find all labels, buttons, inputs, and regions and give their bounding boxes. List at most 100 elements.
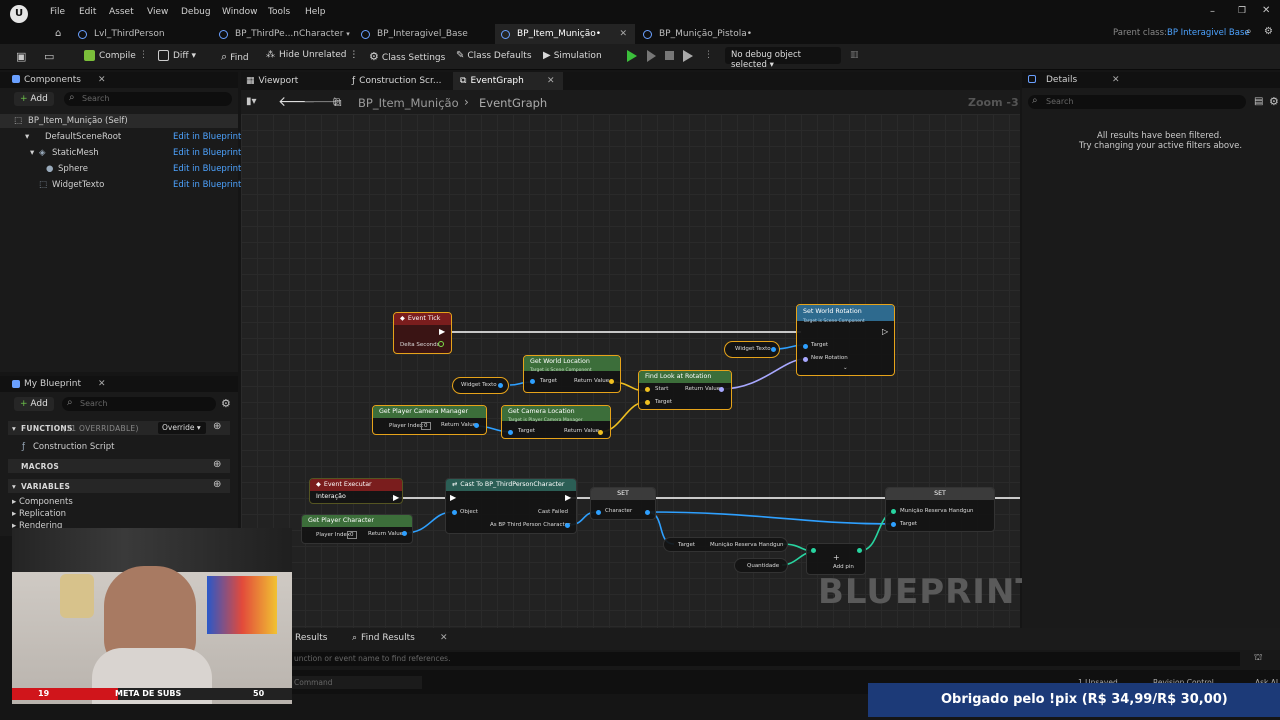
expand-arrow-icon[interactable]: ▸	[12, 497, 16, 507]
add-function-icon[interactable]: ⊕	[213, 421, 221, 432]
exec-out-pin-icon[interactable]: ▷	[882, 327, 888, 336]
tab-bp-municao-pistola[interactable]: BP_Munição_Pistola•	[637, 24, 760, 44]
close-tab-icon[interactable]: ✕	[547, 76, 555, 86]
tab-construction-script[interactable]: ƒ Construction Scr...	[352, 76, 441, 86]
play-icon[interactable]	[627, 50, 637, 62]
object-pin-icon[interactable]	[596, 510, 601, 515]
add-macro-icon[interactable]: ⊕	[213, 459, 221, 470]
menu-edit[interactable]: Edit	[79, 7, 96, 17]
vector-pin-icon[interactable]	[645, 387, 650, 392]
menu-window[interactable]: Window	[222, 7, 258, 17]
add-component-button[interactable]: + Add	[14, 92, 54, 106]
tab-find-results[interactable]: ⌕ Find Results	[352, 633, 415, 643]
play-options-icon[interactable]: ⋮	[704, 50, 713, 60]
menu-view[interactable]: View	[147, 7, 168, 17]
minimize-icon[interactable]: –	[1210, 6, 1215, 17]
node-get-player-character[interactable]: Get Player Character Player Index 0 Retu…	[301, 514, 413, 544]
unreal-logo-icon[interactable]: U	[10, 5, 28, 23]
tab-bp-item-municao[interactable]: BP_Item_Munição• ✕	[495, 24, 635, 44]
player-index-value[interactable]: 0	[347, 531, 357, 539]
browse-folder-icon[interactable]: ▭	[44, 50, 54, 63]
object-pin-icon[interactable]	[565, 523, 570, 528]
tab-bp-thirdpersoncharacter[interactable]: BP_ThirdPe...nCharacter ▾	[213, 24, 358, 44]
vector-pin-icon[interactable]	[645, 400, 650, 405]
int-pin-icon[interactable]	[811, 548, 816, 553]
my-blueprint-search-input[interactable]: Search	[62, 397, 216, 411]
class-settings-button[interactable]: ⚙ Class Settings	[369, 50, 445, 63]
node-get-camera-location[interactable]: Get Camera Location Target is Player Came…	[501, 405, 611, 439]
object-pin-icon[interactable]	[508, 430, 513, 435]
menu-help[interactable]: Help	[305, 7, 326, 17]
compile-button[interactable]: Compile	[84, 50, 136, 61]
settings-gear-icon[interactable]: ⚙	[1264, 26, 1273, 37]
object-pin-icon[interactable]	[474, 423, 479, 428]
menu-debug[interactable]: Debug	[181, 7, 211, 17]
exec-out-pin-icon[interactable]: ▶	[439, 327, 445, 336]
resume-icon[interactable]	[683, 50, 693, 62]
node-get-world-location[interactable]: Get World Location Target is Scene Compon…	[523, 355, 621, 393]
vector-pin-icon[interactable]	[609, 379, 614, 384]
close-my-blueprint-icon[interactable]: ✕	[98, 379, 106, 389]
search-icon[interactable]: ⌕	[1246, 26, 1252, 37]
float-pin-icon[interactable]	[438, 341, 444, 347]
tab-lvl-thirdperson[interactable]: Lvl_ThirdPerson	[72, 24, 173, 44]
object-pin-icon[interactable]	[498, 383, 503, 388]
edit-in-blueprint-link[interactable]: Edit in Blueprint	[173, 180, 241, 190]
rotator-pin-icon[interactable]	[719, 387, 724, 392]
node-get-player-camera-manager[interactable]: Get Player Camera Manager Player Index 0…	[372, 405, 487, 435]
expand-arrow-icon[interactable]: ▾	[25, 132, 29, 142]
exec-out-pin-icon[interactable]: ▶	[565, 493, 571, 502]
debug-filter-icon[interactable]: ▥	[850, 50, 859, 60]
simulation-button[interactable]: ▶ Simulation	[543, 50, 602, 61]
home-icon[interactable]: ⌂	[55, 28, 61, 39]
close-window-icon[interactable]: ✕	[1262, 5, 1270, 16]
int-pin-icon[interactable]	[857, 548, 862, 553]
maximize-icon[interactable]: ❐	[1238, 6, 1246, 16]
node-quantidade[interactable]: Quantidade	[734, 558, 788, 573]
edit-in-blueprint-link[interactable]: Edit in Blueprint	[173, 164, 241, 174]
save-icon[interactable]: ▣	[16, 50, 26, 63]
node-event-executar-interacao[interactable]: ◆ Event Executar Interação	[309, 478, 403, 504]
step-icon[interactable]	[647, 50, 656, 62]
object-pin-icon[interactable]	[530, 379, 535, 384]
close-components-icon[interactable]: ✕	[98, 75, 106, 85]
node-get-municao-reserva-handgun[interactable]: Target Munição Reserva Handgun	[663, 537, 788, 552]
node-find-look-at-rotation[interactable]: Find Look at Rotation Start Target Retur…	[638, 370, 732, 410]
details-search-input[interactable]: Search	[1028, 95, 1246, 109]
menu-file[interactable]: File	[50, 7, 65, 17]
hide-unrelated-button[interactable]: ⁂ Hide Unrelated ⋮	[266, 50, 358, 60]
add-variable-icon[interactable]: ⊕	[213, 479, 221, 490]
find-button[interactable]: ⌕ Find	[221, 50, 249, 64]
node-set-municao-reserva[interactable]: SET Munição Reserva Handgun Target	[885, 487, 995, 532]
component-staticmesh[interactable]: StaticMesh	[52, 148, 99, 158]
breadcrumb-graph[interactable]: EventGraph	[479, 96, 547, 110]
find-options-icon[interactable]: ⛫	[1254, 653, 1262, 664]
component-widgettexto[interactable]: WidgetTexto	[52, 180, 104, 190]
vector-pin-icon[interactable]	[598, 430, 603, 435]
object-pin-icon[interactable]	[452, 510, 457, 515]
tab-compiler-results[interactable]: Results	[295, 633, 328, 643]
object-pin-icon[interactable]	[402, 531, 407, 536]
component-self[interactable]: BP_Item_Munição (Self)	[28, 116, 128, 126]
breadcrumb-blueprint[interactable]: BP_Item_Munição	[358, 96, 459, 110]
object-pin-icon[interactable]	[771, 347, 776, 352]
parent-class-link[interactable]: BP Interagivel Base	[1167, 28, 1250, 38]
expand-node-icon[interactable]: ⌄	[843, 365, 848, 371]
object-pin-icon[interactable]	[891, 522, 896, 527]
table-view-icon[interactable]: ▤	[1254, 96, 1263, 107]
tab-bp-interagivel-base[interactable]: BP_Interagivel_Base	[355, 24, 476, 44]
tab-dropdown-icon[interactable]: ▾	[346, 30, 350, 38]
menu-asset[interactable]: Asset	[109, 7, 134, 17]
variable-category-replication[interactable]: Replication	[19, 509, 66, 519]
close-tab-icon[interactable]: ✕	[440, 633, 448, 643]
expand-arrow-icon[interactable]: ▸	[12, 509, 16, 519]
edit-in-blueprint-link[interactable]: Edit in Blueprint	[173, 132, 241, 142]
variable-category-components[interactable]: Components	[19, 497, 73, 507]
close-tab-icon[interactable]: ✕	[619, 24, 627, 44]
rotator-pin-icon[interactable]	[803, 357, 808, 362]
diff-button[interactable]: Diff ▾	[158, 50, 196, 61]
tab-viewport[interactable]: ▦ Viewport	[246, 76, 298, 86]
node-set-world-rotation[interactable]: Set World Rotation Target is Scene Compon…	[796, 304, 895, 376]
menu-tools[interactable]: Tools	[268, 7, 290, 17]
find-in-blueprint-input[interactable]: unction or event name to find references…	[290, 652, 1240, 666]
